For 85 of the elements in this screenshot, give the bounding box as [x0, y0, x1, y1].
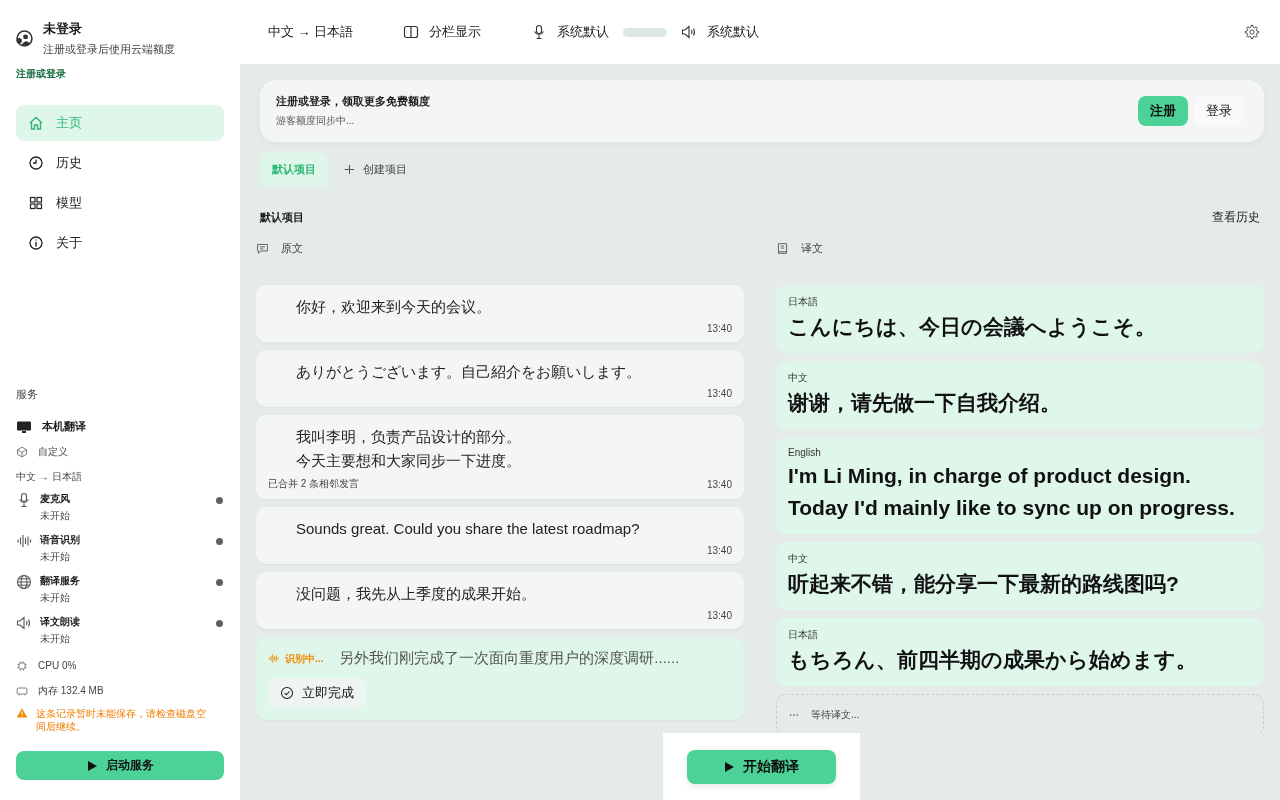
register-button[interactable]: 注册 [1138, 96, 1188, 126]
transcript-text: 你好，欢迎来到今天的会议。 [296, 297, 492, 317]
microphone-icon [16, 492, 32, 508]
book-icon [776, 241, 789, 255]
nav-item[interactable]: 历史 [16, 145, 224, 181]
globe-icon [16, 574, 32, 590]
column-heading: 译文 [801, 240, 823, 256]
engine-name: 本机翻译 [42, 419, 86, 434]
waveform-icon [16, 533, 32, 549]
info-icon [28, 235, 44, 251]
language-label: 中文 [788, 552, 809, 566]
service-name: 麦克风 [40, 492, 71, 506]
grid-icon [28, 195, 44, 211]
layout-toggle[interactable]: 分栏显示 [429, 23, 482, 41]
plus-icon [344, 164, 355, 175]
speaker-icon [16, 615, 32, 631]
sign-in-link[interactable]: 注册或登录 [16, 67, 224, 81]
service-status: 未开始 [40, 632, 71, 646]
check-circle-icon [280, 686, 294, 700]
start-translation-button[interactable]: 开始翻译 [686, 749, 836, 784]
start-service-button[interactable]: 启动服务 [16, 751, 224, 780]
language-pair-selector[interactable]: 中文 → 日本語 [268, 23, 354, 41]
play-icon [86, 759, 98, 772]
speaker-icon [681, 24, 698, 40]
timestamp: 13:40 [706, 388, 732, 399]
live-transcript-text: 另外我们刚完成了一次面向重度用户的深度调研...... [339, 649, 680, 668]
user-icon [16, 30, 33, 47]
home-icon [28, 115, 44, 131]
translation-text: 谢谢，请先做一下自我介绍。 [788, 390, 1062, 416]
memory-icon [16, 684, 28, 697]
memory-usage: 内存 132.4 MB [38, 683, 104, 698]
ellipsis-icon [789, 713, 799, 717]
account-title: 未登录 [43, 20, 83, 38]
create-project-button[interactable]: 创建项目 [344, 162, 407, 177]
translation-text: こんにちは、今日の会議へようこそ。 [788, 314, 1157, 341]
output-device[interactable]: 系统默认 [707, 23, 760, 41]
service-status: 未开始 [40, 509, 71, 523]
chip-icon [16, 659, 28, 672]
warning-message: 这条记录暂时未能保存，请检查磁盘空间后继续。 [36, 707, 206, 733]
account-subtitle: 注册或登录后使用云端额度 [43, 42, 175, 57]
warning-icon [16, 707, 28, 719]
timestamp: 13:40 [706, 478, 732, 490]
waveform-icon [268, 653, 279, 664]
language-label: English [788, 447, 822, 458]
section-heading: 服务 [16, 387, 39, 402]
service-name: 语音识别 [40, 533, 81, 547]
project-title: 默认项目 [260, 210, 305, 225]
merge-note: 已合并 2 条相邻发言 [268, 477, 360, 491]
translation-text: 听起来不错，能分享一下最新的路线图吗? [788, 571, 1180, 597]
column-heading: 原文 [281, 240, 303, 256]
play-icon [723, 760, 735, 773]
transcript-text: Sounds great. Could you share the latest roadmap? [296, 519, 641, 539]
input-device[interactable]: 系统默认 [557, 23, 610, 41]
language-label: 中文 [788, 371, 809, 385]
language-pair: 中文 → 日本語 [16, 470, 83, 484]
clock-icon [28, 155, 44, 171]
preset-label: 自定义 [38, 444, 68, 459]
timestamp: 13:40 [706, 323, 732, 334]
timestamp: 13:40 [706, 610, 732, 621]
transcript-text: ありがとうございます。自己紹介をお願いします。 [296, 362, 642, 382]
cube-icon [16, 445, 28, 458]
language-label: 日本語 [788, 628, 819, 642]
nav-item[interactable]: 关于 [16, 225, 224, 261]
service-status: 未开始 [40, 550, 71, 564]
finish-now-button[interactable]: 立即完成 [268, 678, 366, 708]
service-name: 译文朗读 [40, 615, 81, 629]
pending-text: 等待译文... [811, 708, 860, 722]
transcript-text: 没问题，我先从上季度的成果开始。 [296, 584, 537, 604]
transcript-text: 我叫李明，负责产品设计的部分。 今天主要想和大家同步一下进度。 [296, 427, 522, 471]
service-status: 未开始 [40, 591, 71, 605]
banner-title: 注册或登录，领取更多免费额度 [276, 94, 431, 109]
language-label: 日本語 [788, 295, 819, 309]
settings-icon[interactable] [1244, 24, 1260, 40]
view-history-link[interactable]: 查看历史 [1212, 209, 1260, 226]
columns-icon [403, 24, 420, 40]
timestamp: 13:40 [706, 545, 732, 556]
nav-item[interactable]: 模型 [16, 185, 224, 221]
translation-text: I'm Li Ming, in charge of product design. Today I'd mainly like to sync up on progress. [788, 463, 1236, 521]
login-button[interactable]: 登录 [1194, 96, 1244, 126]
service-name: 翻译服务 [40, 574, 81, 588]
banner-subtitle: 游客额度同步中... [276, 114, 356, 128]
translation-text: もちろん、前四半期の成果から始めます。 [788, 647, 1198, 673]
cpu-usage: CPU 0% [38, 660, 77, 671]
recognizing-status: 识别中... [285, 651, 324, 666]
chat-icon [256, 241, 269, 255]
